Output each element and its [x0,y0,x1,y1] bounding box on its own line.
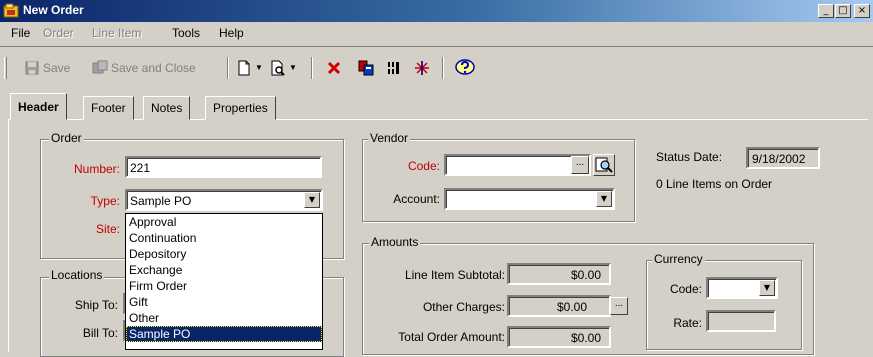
delete-button[interactable] [326,58,342,78]
type-option-other[interactable]: Other [126,310,322,326]
other-charges-value: $0.00 [507,295,611,317]
bill-to-label: Bill To: [82,326,118,340]
account-dropdown-arrow-icon[interactable]: ▼ [596,191,612,207]
toolbar-grip[interactable] [4,57,7,79]
vendor-lookup-button[interactable] [358,58,374,78]
tab-properties[interactable]: Properties [205,96,276,120]
other-charges-label: Other Charges: [422,300,505,314]
type-select[interactable]: Sample PO ▼ [125,189,323,211]
save-label: Save [43,61,71,75]
menu-file[interactable]: File [11,26,30,40]
ship-to-label: Ship To: [74,298,118,312]
currency-dropdown-arrow-icon[interactable]: ▼ [759,280,775,296]
dropdown-arrow-icon: ▼ [255,63,263,72]
subtotal-value: $0.00 [507,263,611,285]
number-input[interactable]: 221 [125,156,322,178]
vendor-account-select[interactable]: ▼ [444,188,615,210]
line-items-count: 0 Line Items on Order [656,177,773,191]
title-bar[interactable]: New Order _ □ × [0,0,873,22]
locations-group-label: Locations [49,268,105,282]
close-button[interactable]: × [854,4,870,18]
restore-button[interactable]: □ [835,4,851,18]
type-label: Type: [90,194,120,208]
records-icon [358,60,374,76]
distribute-button[interactable] [414,58,430,78]
toolbar: Save Save and Close ▼ ▼ [0,46,873,88]
barcode-icon [388,62,399,74]
save-close-icon [92,60,108,74]
dropdown-arrow-icon: ▼ [289,63,297,72]
type-option-gift[interactable]: Gift [126,294,322,310]
type-option-firm-order[interactable]: Firm Order [126,278,322,294]
number-label: Number: [73,162,120,176]
vendor-code-label: Code: [407,159,440,173]
type-select-value: Sample PO [130,194,192,208]
status-date-label: Status Date: [656,150,723,164]
menu-tools[interactable]: Tools [172,26,200,40]
subtotal-label: Line Item Subtotal: [404,268,505,282]
amounts-group-label: Amounts [369,235,421,249]
currency-code-select[interactable]: ▼ [706,277,778,299]
currency-code-label: Code: [669,282,702,296]
menu-help[interactable]: Help [219,26,244,40]
currency-group-label: Currency [652,252,705,266]
other-charges-ellipsis-button[interactable]: ... [610,297,628,315]
currency-group [646,260,802,350]
menu-bar: File Order Line Item Tools Help [0,22,873,44]
type-option-approval[interactable]: Approval [126,214,322,230]
new-button[interactable]: ▼ [236,58,263,78]
type-option-continuation[interactable]: Continuation [126,230,322,246]
site-label: Site: [95,222,120,236]
barcode-button[interactable] [386,58,402,78]
currency-rate-label: Rate: [673,316,702,330]
type-option-sample-po[interactable]: Sample PO [126,326,322,342]
type-dropdown-arrow-icon[interactable]: ▼ [304,192,320,208]
window-title: New Order [23,3,84,17]
vendor-group-label: Vendor [368,131,411,145]
toolbar-separator [311,57,313,79]
save-and-close-button[interactable]: Save and Close [92,58,196,78]
preview-button[interactable]: ▼ [270,58,297,78]
vendor-code-ellipsis-button[interactable]: ... [571,156,589,174]
save-and-close-label: Save and Close [111,61,196,75]
save-button[interactable]: Save [24,58,70,78]
print-preview-icon [271,60,285,76]
help-button[interactable] [455,58,475,78]
tab-footer[interactable]: Footer [83,96,134,120]
vendor-code-input[interactable] [444,154,591,176]
vendor-account-label: Account: [393,192,440,206]
currency-rate-value [706,310,776,332]
vendor-search-button[interactable] [593,154,615,176]
type-option-depository[interactable]: Depository [126,246,322,262]
type-option-exchange[interactable]: Exchange [126,262,322,278]
help-question-icon [455,59,475,75]
tab-notes[interactable]: Notes [143,96,191,120]
new-document-icon [238,60,250,76]
toolbar-separator [442,57,444,79]
magnifier-icon [595,157,613,173]
app-icon [3,3,19,18]
menu-line-item[interactable]: Line Item [92,26,141,40]
status-date-value: 9/18/2002 [746,147,820,169]
order-group-label: Order [49,131,84,145]
menu-order[interactable]: Order [43,26,74,40]
floppy-disk-icon [25,61,39,75]
total-label: Total Order Amount: [398,330,505,344]
asterisk-icon [415,61,429,75]
toolbar-separator [227,57,229,79]
total-value: $0.00 [507,326,611,348]
type-dropdown-list: Approval Continuation Depository Exchang… [125,213,323,350]
delete-x-icon [327,61,341,75]
tab-header[interactable]: Header [10,93,67,120]
minimize-button[interactable]: _ [818,4,834,18]
